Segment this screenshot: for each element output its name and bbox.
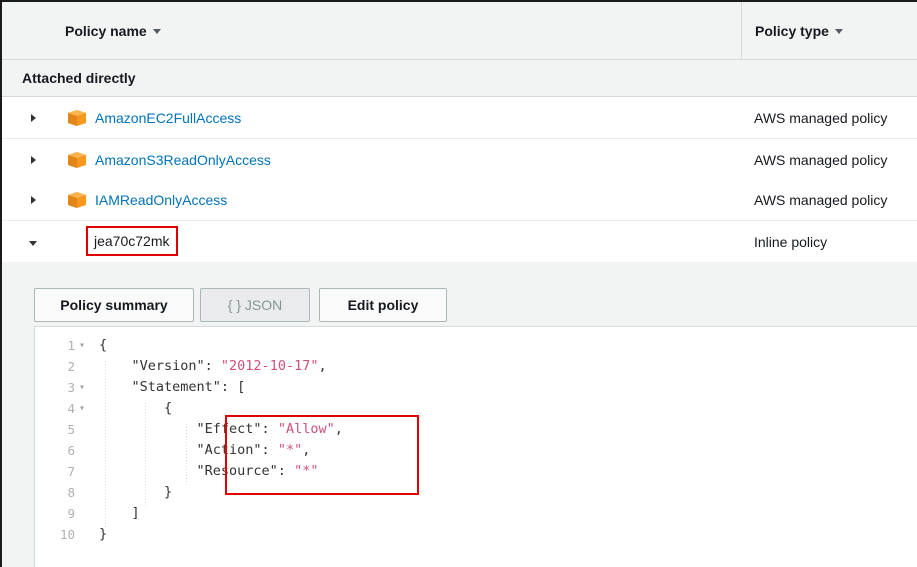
table-row[interactable]: IAMReadOnlyAccess AWS managed policy [2,180,917,221]
table-row[interactable]: AmazonS3ReadOnlyAccess AWS managed polic… [2,140,917,181]
code-line: } [99,484,173,500]
expand-triangle-icon[interactable] [31,114,36,122]
line-number: 9 [67,506,75,521]
policy-type: AWS managed policy [754,152,888,168]
sort-caret-icon [152,28,161,34]
iam-permissions-panel: Policy name Policy type Attached directl… [0,0,917,567]
edit-policy-button[interactable]: Edit policy [319,288,447,322]
table-header: Policy name Policy type [2,2,917,60]
policy-name-link[interactable]: AmazonS3ReadOnlyAccess [95,152,271,168]
line-number: 2 [67,359,75,374]
fold-arrow-icon[interactable]: ▾ [79,335,85,356]
section-attached-directly: Attached directly [2,60,917,97]
column-divider [741,2,742,60]
fold-arrow-icon[interactable]: ▾ [79,398,85,419]
aws-box-icon [68,110,86,126]
policy-detail-panel: Policy summary { } JSON Edit policy 1 2 … [2,262,917,567]
collapse-triangle-icon[interactable] [29,241,37,246]
policy-name-link[interactable]: IAMReadOnlyAccess [95,192,227,208]
expand-triangle-icon[interactable] [31,196,36,204]
line-number: 10 [59,527,75,542]
line-number: 1 [67,338,75,353]
line-number: 8 [67,485,75,500]
line-number: 4 [67,401,75,416]
code-line: { [99,400,173,416]
line-number: 5 [67,422,75,437]
table-row-inline-policy[interactable]: jea70c72mk Inline policy [2,222,917,262]
json-code-editor[interactable]: 1 2 3 4 5 6 7 8 9 10 ▾ ▾ ▾ { "Version": … [34,326,917,567]
line-number-gutter: 1 2 3 4 5 6 7 8 9 10 ▾ ▾ ▾ [35,327,91,567]
policy-name-link[interactable]: AmazonEC2FullAccess [95,110,241,126]
aws-box-icon [68,192,86,208]
code-line: ] [99,505,140,521]
column-policy-name[interactable]: Policy name [65,23,161,39]
policy-summary-button[interactable]: Policy summary [34,288,194,322]
aws-box-icon [68,152,86,168]
code-line: "Version": "2012-10-17", [99,358,327,374]
fold-arrow-icon[interactable]: ▾ [79,377,85,398]
policy-type: AWS managed policy [754,110,888,126]
policy-type: Inline policy [754,234,828,250]
highlight-box-statement [225,415,419,495]
inline-policy-name: jea70c72mk [86,226,178,256]
line-number: 6 [67,443,75,458]
json-tab-button[interactable]: { } JSON [200,288,310,322]
code-line: { [99,337,108,353]
sort-caret-icon [834,28,843,34]
line-number: 3 [67,380,75,395]
code-line: "Statement": [ [99,379,246,395]
line-number: 7 [67,464,75,479]
table-row[interactable]: AmazonEC2FullAccess AWS managed policy [2,98,917,139]
code-line: } [99,526,108,542]
policy-type: AWS managed policy [754,192,888,208]
column-policy-type[interactable]: Policy type [755,23,843,39]
expand-triangle-icon[interactable] [31,156,36,164]
